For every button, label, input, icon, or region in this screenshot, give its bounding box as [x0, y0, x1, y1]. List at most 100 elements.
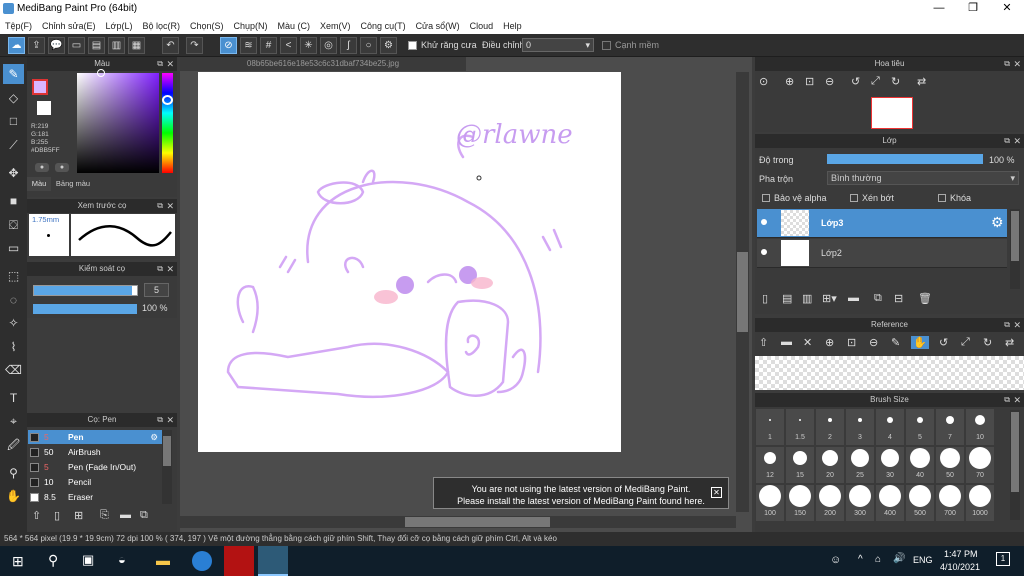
select-pen-icon[interactable]: ⌇: [3, 337, 24, 357]
detach-icon[interactable]: ⧉: [1004, 57, 1010, 71]
close-icon[interactable]: ✕: [166, 199, 174, 213]
open-icon[interactable]: ▬: [781, 336, 792, 348]
brush-size-option[interactable]: 1.5: [786, 409, 814, 445]
drawing-canvas[interactable]: @rlawne: [198, 72, 621, 452]
delete-layer-icon[interactable]: 🗑: [918, 292, 932, 305]
menu-color[interactable]: Màu (C): [273, 21, 316, 31]
detach-icon[interactable]: ⧉: [157, 199, 163, 213]
bucket-tool-icon[interactable]: ⛋: [3, 215, 24, 235]
folder-icon[interactable]: ▬: [848, 292, 859, 304]
brush-size-option[interactable]: 12: [756, 447, 784, 483]
brush-item-airbrush[interactable]: 50 AirBrush: [28, 445, 162, 459]
input-language[interactable]: ENG: [913, 555, 933, 565]
layer-row-lop3[interactable]: Lớp3 ⚙: [757, 209, 1007, 238]
adjust-dropdown[interactable]: 0 ▾: [522, 38, 594, 52]
snap-off-icon[interactable]: ⊘: [220, 37, 237, 54]
brush-size-option[interactable]: 400: [876, 485, 904, 521]
menu-window[interactable]: Cửa sổ(W): [411, 21, 465, 31]
brush-size-option[interactable]: 500: [906, 485, 934, 521]
minimize-button[interactable]: —: [922, 0, 956, 17]
close-icon[interactable]: ✕: [166, 57, 174, 71]
detach-icon[interactable]: ⧉: [1004, 134, 1010, 148]
close-icon[interactable]: ✕: [711, 487, 722, 498]
add-brush-icon[interactable]: ⊞: [74, 509, 83, 522]
size-value[interactable]: 5: [144, 283, 169, 297]
upload-brush-icon[interactable]: ⇧: [32, 509, 41, 522]
message-icon[interactable]: ▭: [68, 37, 85, 54]
grid-icon[interactable]: ▦: [128, 37, 145, 54]
rect-fill-icon[interactable]: ■: [3, 191, 24, 211]
brush-size-option[interactable]: 7: [936, 409, 964, 445]
brush-item-pencil[interactable]: 10 Pencil: [28, 475, 162, 489]
close-icon[interactable]: ✕: [1013, 134, 1021, 148]
foreground-color-swatch[interactable]: [32, 79, 48, 95]
undo-icon[interactable]: ↶: [162, 37, 179, 54]
redo-icon[interactable]: ↷: [186, 37, 203, 54]
brush-size-option[interactable]: 30: [876, 447, 904, 483]
layer-row-lop2[interactable]: Lớp2: [757, 239, 1007, 268]
background-color-swatch[interactable]: [37, 101, 51, 115]
gradient-tool-icon[interactable]: ▭: [3, 238, 24, 258]
magic-wand-icon[interactable]: ✧: [3, 313, 24, 333]
menu-cloud[interactable]: Cloud: [465, 21, 499, 31]
duplicate-icon[interactable]: ⧉: [140, 509, 148, 522]
lock-checkbox[interactable]: [938, 194, 946, 202]
scrollbar-thumb[interactable]: [1011, 211, 1019, 261]
close-icon[interactable]: ✕: [166, 413, 174, 427]
document-tab[interactable]: 08b65be616e18e53c6c31dbaf734be25.jpg: [180, 57, 466, 71]
brush-size-option[interactable]: 1: [756, 409, 784, 445]
close-button[interactable]: ✕: [990, 0, 1024, 17]
scrollbar-thumb[interactable]: [1011, 412, 1019, 492]
clock-date[interactable]: 4/10/2021: [940, 562, 980, 572]
canvas-vscroll[interactable]: [736, 72, 749, 512]
brush-size-option[interactable]: 50: [936, 447, 964, 483]
pages-icon[interactable]: ▥: [108, 37, 125, 54]
gear-icon[interactable]: ⚙: [150, 430, 158, 444]
close-reference-icon[interactable]: ✕: [803, 336, 812, 349]
opacity-slider[interactable]: [33, 304, 137, 314]
zoom-out-icon[interactable]: ⊖: [825, 75, 834, 88]
menu-edit[interactable]: Chỉnh sửa(E): [37, 21, 101, 31]
brush-size-scrollbar[interactable]: [1010, 410, 1020, 520]
brush-size-option[interactable]: 100: [756, 485, 784, 521]
dot-tool-icon[interactable]: □: [3, 111, 24, 131]
select-eraser-icon[interactable]: ⌫: [3, 360, 24, 380]
picker-icon[interactable]: ⚲: [3, 463, 24, 483]
new-halftone-layer-icon[interactable]: ▤: [782, 292, 792, 305]
brush-size-option[interactable]: 4: [876, 409, 904, 445]
eraser-tool-icon[interactable]: ◇: [3, 88, 24, 108]
notification-icon[interactable]: 1: [996, 552, 1010, 566]
close-icon[interactable]: ✕: [1013, 318, 1021, 332]
snap-curve-icon[interactable]: ʃ: [340, 37, 357, 54]
tab-palette[interactable]: Bảng màu: [53, 177, 93, 191]
divide-tool-icon[interactable]: ⌖: [3, 411, 24, 431]
select-lasso-icon[interactable]: ◌: [3, 290, 24, 310]
brush-size-option[interactable]: 3: [846, 409, 874, 445]
brush-size-option[interactable]: 2: [816, 409, 844, 445]
merge-down-icon[interactable]: ⊟: [894, 292, 903, 305]
brush-item-pen-fade[interactable]: 5 Pen (Fade In/Out): [28, 460, 162, 474]
people-icon[interactable]: ☺: [830, 554, 841, 566]
detach-icon[interactable]: ⧉: [157, 57, 163, 71]
brush-size-option[interactable]: 700: [936, 485, 964, 521]
brush-size-option[interactable]: 25: [846, 447, 874, 483]
brush-size-option[interactable]: 1000: [966, 485, 994, 521]
rotate-right-icon[interactable]: ↻: [891, 75, 900, 88]
opera-icon[interactable]: [224, 546, 254, 576]
menu-filter[interactable]: Bộ lọc(R): [137, 21, 185, 31]
maximize-button[interactable]: ❐: [956, 0, 990, 17]
windows-start-icon[interactable]: ⊞: [12, 553, 24, 570]
layer-scrollbar[interactable]: [1010, 209, 1020, 289]
reference-view[interactable]: [755, 356, 1024, 390]
rotate-left-icon[interactable]: ↺: [851, 75, 860, 88]
new-layer-icon[interactable]: ▯: [762, 292, 768, 305]
detach-icon[interactable]: ⧉: [1004, 318, 1010, 332]
menu-view[interactable]: Xem(V): [315, 21, 356, 31]
close-icon[interactable]: ✕: [1013, 393, 1021, 407]
eyedropper-icon[interactable]: ✎: [891, 336, 900, 349]
brush-size-option[interactable]: 150: [786, 485, 814, 521]
brush-item-pen[interactable]: 5 Pen ⚙: [28, 430, 162, 444]
file-explorer-icon[interactable]: ▬: [156, 552, 170, 568]
brush-size-option[interactable]: 40: [906, 447, 934, 483]
menu-layer[interactable]: Lớp(L): [101, 21, 138, 31]
